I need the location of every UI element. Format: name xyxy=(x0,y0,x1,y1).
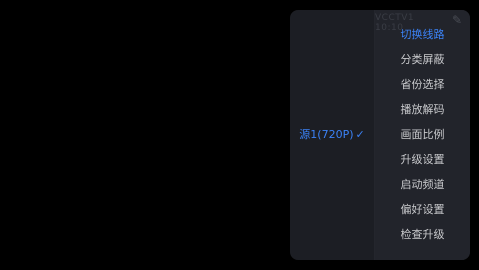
menu-item-startup-channel[interactable]: 启动频道 xyxy=(375,172,470,197)
player-screen: 源1(720P) ✓ VCCTV1 10:10 ✎ 切换线路 分类屏蔽 省份选择 … xyxy=(0,0,479,270)
menu-list: VCCTV1 10:10 ✎ 切换线路 分类屏蔽 省份选择 播放解码 画面比例 … xyxy=(375,10,470,260)
menu-item-check-upgrade[interactable]: 检查升级 xyxy=(375,222,470,247)
settings-menu-panel: 源1(720P) ✓ VCCTV1 10:10 ✎ 切换线路 分类屏蔽 省份选择 … xyxy=(290,10,470,260)
menu-item-decode[interactable]: 播放解码 xyxy=(375,97,470,122)
menu-item-switch-line[interactable]: 切换线路 xyxy=(375,22,470,47)
menu-item-aspect-ratio[interactable]: 画面比例 xyxy=(375,122,470,147)
source-label: 源1(720P) xyxy=(299,128,354,141)
menu-item-province[interactable]: 省份选择 xyxy=(375,72,470,97)
source-option-selected[interactable]: 源1(720P) ✓ xyxy=(290,122,374,147)
menu-item-preferences[interactable]: 偏好设置 xyxy=(375,197,470,222)
menu-item-upgrade-settings[interactable]: 升级设置 xyxy=(375,147,470,172)
menu-item-category-block[interactable]: 分类屏蔽 xyxy=(375,47,470,72)
check-icon: ✓ xyxy=(355,128,365,141)
